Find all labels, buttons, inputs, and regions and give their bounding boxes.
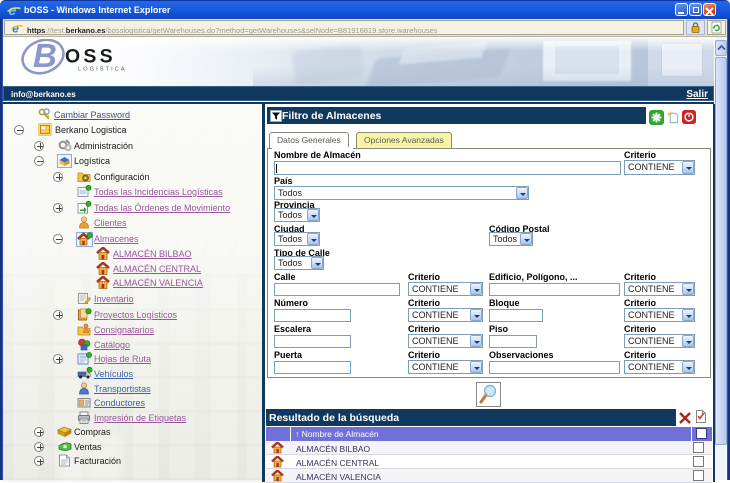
svg-text:B: B	[33, 39, 57, 74]
svg-text:OSS: OSS	[65, 46, 116, 68]
svg-text:LOGISTICA: LOGISTICA	[78, 67, 127, 73]
